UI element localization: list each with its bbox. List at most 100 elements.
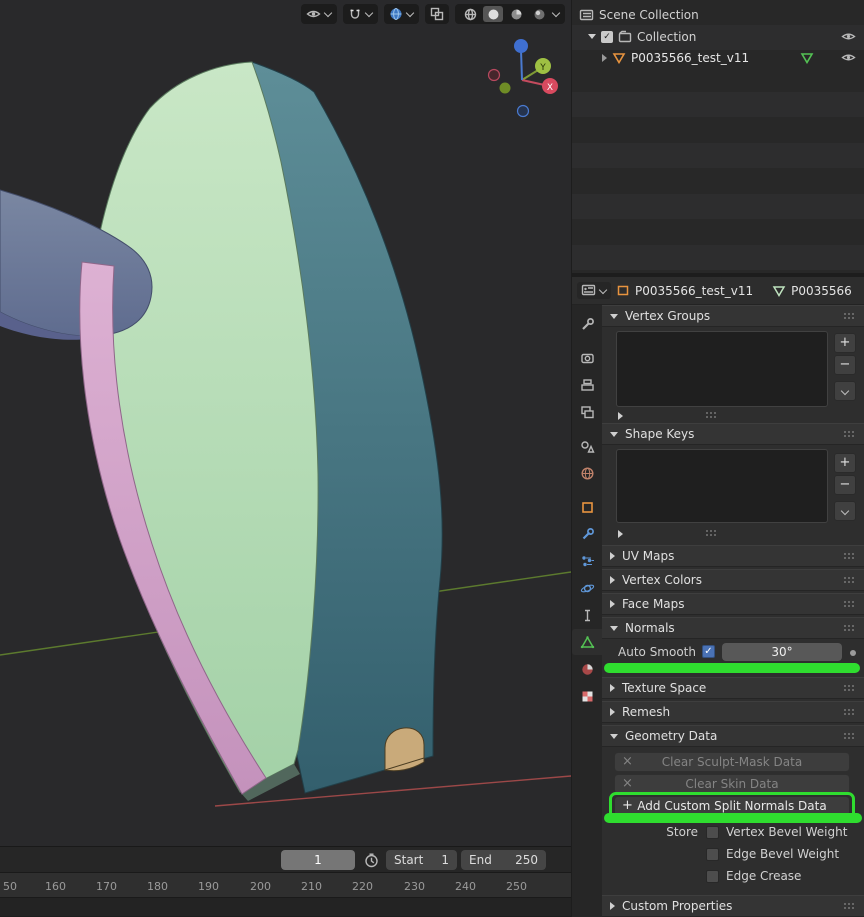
shading-wireframe-button[interactable] bbox=[460, 6, 480, 22]
timeline-editor[interactable]: 1 Start 1 End 250 50 160 170 180 190 200… bbox=[0, 846, 571, 917]
mesh-object[interactable] bbox=[0, 62, 442, 801]
edge-bevel-weight-checkbox[interactable] bbox=[706, 848, 719, 861]
editor-type-dropdown[interactable] bbox=[577, 282, 611, 299]
tab-render[interactable] bbox=[572, 345, 602, 371]
tab-scene[interactable] bbox=[572, 433, 602, 459]
panel-expand-icon bbox=[610, 684, 615, 692]
3d-viewport[interactable]: Y X bbox=[0, 0, 571, 846]
panel-header-normals[interactable]: Normals bbox=[602, 617, 864, 639]
orientation-dropdown[interactable] bbox=[384, 4, 419, 24]
tab-tool[interactable] bbox=[572, 311, 602, 337]
shading-solid-button[interactable] bbox=[483, 6, 503, 22]
panel-resize-grip[interactable] bbox=[706, 529, 718, 537]
panel-header-geometry-data[interactable]: Geometry Data bbox=[602, 725, 864, 747]
panel-drag-grip[interactable] bbox=[844, 576, 856, 584]
panel-drag-grip[interactable] bbox=[844, 552, 856, 560]
panel-expand-icon bbox=[610, 626, 618, 631]
clear-sculpt-mask-button[interactable]: × Clear Sculpt-Mask Data bbox=[614, 752, 850, 772]
navigation-gizmo[interactable]: Y X bbox=[489, 39, 559, 117]
tab-constraints[interactable] bbox=[572, 602, 602, 628]
shading-material-button[interactable] bbox=[506, 6, 526, 22]
panel-header-uv-maps[interactable]: UV Maps bbox=[602, 545, 864, 567]
keyframe-decorator-dot[interactable] bbox=[850, 650, 856, 656]
panel-header-shape-keys[interactable]: Shape Keys bbox=[602, 423, 864, 445]
disclosure-icon[interactable] bbox=[602, 54, 607, 62]
collection-row[interactable]: ✓ Collection bbox=[572, 26, 864, 47]
gizmo-neg-y[interactable] bbox=[500, 83, 511, 94]
outliner[interactable]: Scene Collection ✓ Collection P0035566_t… bbox=[572, 0, 864, 273]
shading-rendered-button[interactable] bbox=[529, 6, 549, 22]
gizmo-z[interactable] bbox=[514, 39, 528, 53]
panel-drag-grip[interactable] bbox=[844, 624, 856, 632]
texture-icon bbox=[580, 689, 595, 704]
collection-label: Collection bbox=[637, 30, 696, 44]
shape-keys-subpanel-toggle[interactable] bbox=[618, 530, 623, 538]
shape-key-remove-button[interactable]: − bbox=[834, 475, 856, 495]
panel-header-vertex-groups[interactable]: Vertex Groups bbox=[602, 305, 864, 327]
vertex-group-specials-button[interactable] bbox=[834, 381, 856, 401]
solid-sphere-icon bbox=[487, 8, 500, 21]
auto-smooth-checkbox[interactable]: ✓ bbox=[702, 645, 715, 658]
properties-editor-icon bbox=[581, 284, 596, 297]
scene-collection-row[interactable]: Scene Collection bbox=[572, 4, 864, 25]
panel-header-vertex-colors[interactable]: Vertex Colors bbox=[602, 569, 864, 591]
panel-drag-grip[interactable] bbox=[844, 684, 856, 692]
breadcrumb-object[interactable]: P0035566_test_v11 bbox=[635, 284, 753, 298]
vertex-groups-subpanel-toggle[interactable] bbox=[618, 412, 623, 420]
edge-bevel-weight-label: Edge Bevel Weight bbox=[726, 846, 839, 863]
tab-particles[interactable] bbox=[572, 548, 602, 574]
panel-drag-grip[interactable] bbox=[844, 708, 856, 716]
current-frame-field[interactable]: 1 bbox=[281, 850, 355, 870]
shape-key-add-button[interactable]: + bbox=[834, 453, 856, 473]
auto-smooth-angle-slider[interactable]: 30° bbox=[722, 643, 842, 661]
vertex-group-add-button[interactable]: + bbox=[834, 333, 856, 353]
panel-drag-grip[interactable] bbox=[844, 600, 856, 608]
shape-keys-list[interactable] bbox=[616, 449, 828, 523]
gizmo-y-label: Y bbox=[539, 63, 546, 73]
vertex-groups-list[interactable] bbox=[616, 331, 828, 407]
panel-drag-grip[interactable] bbox=[844, 732, 856, 740]
shape-key-specials-button[interactable] bbox=[834, 501, 856, 521]
frame-end-field[interactable]: End 250 bbox=[461, 850, 546, 870]
panel-resize-grip[interactable] bbox=[706, 411, 718, 419]
collection-checkbox[interactable]: ✓ bbox=[601, 31, 613, 43]
tab-world[interactable] bbox=[572, 460, 602, 486]
tab-modifiers[interactable] bbox=[572, 521, 602, 547]
panel-drag-grip[interactable] bbox=[844, 430, 856, 438]
gizmo-neg-z[interactable] bbox=[518, 106, 529, 117]
frame-start-field[interactable]: Start 1 bbox=[386, 850, 457, 870]
eye-icon[interactable] bbox=[841, 31, 856, 42]
ruler-tick: 220 bbox=[352, 880, 373, 893]
breadcrumb-data-part[interactable]: P0035566 bbox=[772, 284, 852, 298]
tab-material[interactable] bbox=[572, 656, 602, 682]
tab-view-layer[interactable] bbox=[572, 399, 602, 425]
timeline-ruler[interactable]: 50 160 170 180 190 200 210 220 230 240 2… bbox=[0, 872, 571, 897]
tab-output[interactable] bbox=[572, 372, 602, 398]
snapping-dropdown[interactable] bbox=[343, 4, 378, 24]
panel-header-texture-space[interactable]: Texture Space bbox=[602, 677, 864, 699]
clear-skin-data-button[interactable]: × Clear Skin Data bbox=[614, 774, 850, 794]
edge-crease-checkbox[interactable] bbox=[706, 870, 719, 883]
panel-drag-grip[interactable] bbox=[844, 902, 856, 910]
show-gizmos-button[interactable] bbox=[425, 4, 449, 24]
panel-drag-grip[interactable] bbox=[844, 312, 856, 320]
visibility-dropdown[interactable] bbox=[301, 4, 337, 24]
tab-object[interactable] bbox=[572, 494, 602, 520]
tab-physics[interactable] bbox=[572, 575, 602, 601]
vertex-group-remove-button[interactable]: − bbox=[834, 355, 856, 375]
panel-header-remesh[interactable]: Remesh bbox=[602, 701, 864, 723]
physics-icon bbox=[580, 581, 595, 596]
tab-texture[interactable] bbox=[572, 683, 602, 709]
printer-icon bbox=[580, 378, 595, 393]
panel-header-custom-properties[interactable]: Custom Properties bbox=[602, 895, 864, 917]
timeline-track[interactable] bbox=[0, 897, 571, 916]
tab-object-data[interactable] bbox=[572, 629, 602, 655]
gizmo-neg-x[interactable] bbox=[489, 70, 500, 81]
properties-editor[interactable]: P0035566_test_v11 P0035566 bbox=[572, 277, 864, 917]
shading-dropdown[interactable] bbox=[552, 9, 560, 17]
panel-header-face-maps[interactable]: Face Maps bbox=[602, 593, 864, 615]
vertex-bevel-weight-checkbox[interactable] bbox=[706, 826, 719, 839]
eye-icon[interactable] bbox=[841, 52, 856, 63]
object-row[interactable]: P0035566_test_v11 bbox=[572, 47, 864, 68]
disclosure-icon[interactable] bbox=[588, 34, 596, 39]
